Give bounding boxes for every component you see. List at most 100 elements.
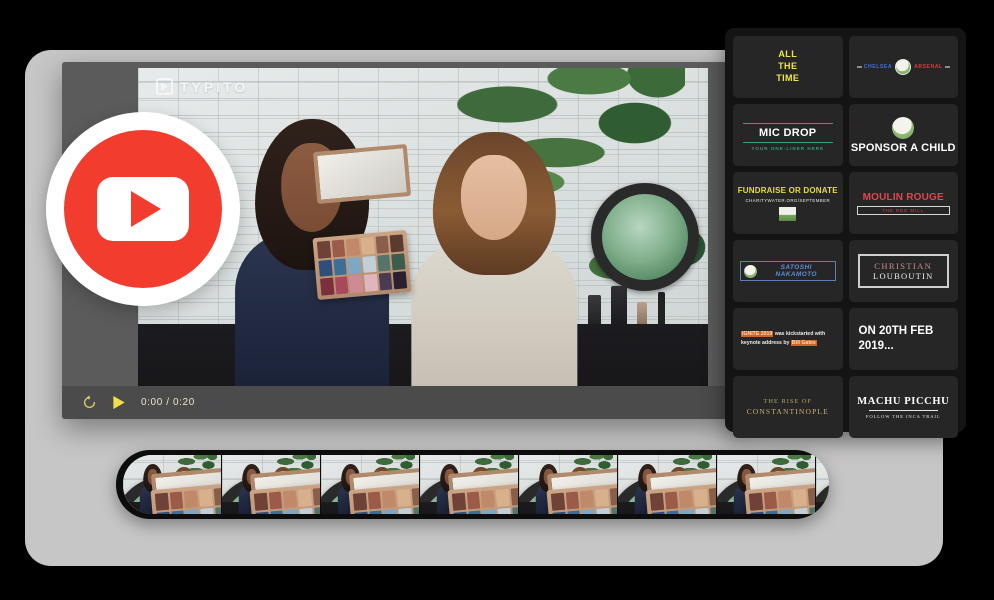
palette-swatch [664, 491, 679, 509]
filmstrip-frame[interactable] [618, 455, 717, 514]
template-line: THE RISE OF [763, 398, 813, 405]
palette-swatch [596, 507, 611, 514]
palette-swatch [483, 508, 498, 514]
template-card-on-20th-feb[interactable]: ON 20TH FEB 2019... [848, 308, 958, 370]
palette-swatch [778, 489, 793, 508]
palette-swatch [411, 487, 419, 506]
palette-swatch [156, 511, 171, 514]
video-filmstrip[interactable] [116, 450, 829, 519]
template-card-ignite-2019[interactable]: IGNITE 2019 was kickstarted with keynote… [733, 308, 843, 370]
palette-swatch [611, 505, 617, 514]
template-line: CHRISTIAN [874, 261, 933, 271]
product-bottle [588, 295, 602, 324]
palette-swatch [285, 508, 300, 514]
filmstrip-frame[interactable] [717, 455, 816, 514]
palette-swatch [807, 487, 815, 506]
template-card-machu-picchu[interactable]: MACHU PICCHU FOLLOW THE INCA TRAIL [848, 376, 958, 438]
template-headline: FUNDRAISE OR DONATE [737, 185, 838, 195]
palette-swatch [453, 511, 468, 514]
youtube-play-badge[interactable] [46, 112, 240, 306]
filmstrip-frame[interactable] [816, 455, 829, 514]
template-card-christian-louboutin[interactable]: CHRISTIAN LOUBOUTIN [848, 240, 958, 302]
palette-swatch [213, 487, 221, 506]
filmstrip-frame[interactable] [123, 455, 222, 514]
palette-swatch [551, 492, 566, 511]
palette-swatch [466, 491, 481, 509]
palette-swatch [332, 258, 347, 277]
palette-swatch [695, 507, 710, 514]
template-headline: MOULIN ROUGE [862, 191, 944, 203]
filmstrip-frame[interactable] [519, 455, 618, 514]
palette-swatch [780, 508, 795, 514]
palette-swatch [318, 259, 333, 278]
template-sidebar[interactable]: ALL THE TIME CHELSEA ARSENAL MIC DROP YO… [725, 28, 966, 438]
avatar [744, 264, 757, 278]
palette-swatch [552, 511, 567, 514]
youtube-screen-shape [97, 177, 189, 241]
palette-swatch [331, 239, 346, 258]
palette-swatch [650, 492, 665, 511]
palette-swatch [765, 509, 780, 514]
ring-light [591, 183, 700, 292]
palette-swatch [809, 505, 815, 514]
template-subtitle: YOUR ONE-LINER HERE [751, 145, 825, 151]
template-line: LOUBOUTIN [873, 271, 934, 281]
replay-icon[interactable] [82, 395, 97, 410]
palette-swatch [184, 489, 199, 508]
template-line: CONSTANTINOPLE [746, 407, 829, 416]
palette-swatch [345, 238, 360, 257]
palette-swatch [354, 511, 369, 514]
palette-swatch [353, 492, 368, 511]
palette-swatch [169, 491, 184, 509]
template-card-all-the-time[interactable]: ALL THE TIME [733, 36, 843, 98]
palette-swatch [199, 488, 214, 507]
play-icon[interactable] [112, 395, 126, 410]
product-bottle [611, 285, 628, 324]
palette-swatch [367, 491, 382, 509]
palette-swatch [215, 505, 221, 514]
palette-swatch [749, 492, 764, 511]
palette-swatch [270, 509, 285, 514]
palette-swatch [468, 509, 483, 514]
highlighted-text: IGNITE 2019 [741, 330, 774, 337]
template-headline: SPONSOR A CHILD [850, 141, 956, 154]
template-card-rise-of-constantinople[interactable]: THE RISE OF CONSTANTINOPLE [733, 376, 843, 438]
palette-swatch [200, 507, 215, 514]
template-line: ALL [778, 49, 798, 60]
template-card-sponsor-a-child[interactable]: SPONSOR A CHILD [848, 104, 958, 166]
palette-swatch [794, 507, 809, 514]
palette-swatch [793, 488, 808, 507]
palette-swatch [391, 253, 406, 272]
template-line: THE [778, 61, 798, 72]
template-card-chelsea-arsenal[interactable]: CHELSEA ARSENAL [848, 36, 958, 98]
palette-swatch [389, 234, 404, 253]
palette-swatch [398, 507, 413, 514]
template-card-mic-drop[interactable]: MIC DROP YOUR ONE-LINER HERE [733, 104, 843, 166]
filmstrip-frame[interactable] [222, 455, 321, 514]
typito-logo-icon [156, 78, 173, 95]
palette-mirror-lid [312, 144, 411, 204]
palette-swatch [679, 489, 694, 508]
person-right [411, 132, 577, 388]
palette-swatch [651, 511, 666, 514]
player-controls[interactable]: 0:00 / 0:20 [62, 386, 740, 419]
divider-rule [743, 122, 833, 124]
home-team-label: CHELSEA [863, 64, 893, 70]
typito-watermark-label: TYPITO [180, 78, 249, 95]
palette-swatch [376, 254, 391, 273]
palette-swatch [609, 487, 617, 506]
palette-swatch [384, 508, 399, 514]
palette-swatch [413, 505, 419, 514]
template-card-moulin-rouge[interactable]: MOULIN ROUGE THE RED MILL [848, 172, 958, 234]
template-headline: MACHU PICCHU [857, 395, 950, 407]
palette-swatch [361, 255, 377, 274]
template-card-fundraise-or-donate[interactable]: FUNDRAISE OR DONATE CHARITYWATER.ORG/SEP… [733, 172, 843, 234]
palette-swatch [319, 278, 334, 297]
palette-swatch [512, 505, 518, 514]
divider-rule [868, 409, 938, 411]
palette-swatch [595, 488, 610, 507]
filmstrip-frame[interactable] [321, 455, 420, 514]
palette-swatch [497, 507, 512, 514]
filmstrip-frame[interactable] [420, 455, 519, 514]
template-card-satoshi-nakamoto[interactable]: SATOSHI NAKAMOTO [733, 240, 843, 302]
